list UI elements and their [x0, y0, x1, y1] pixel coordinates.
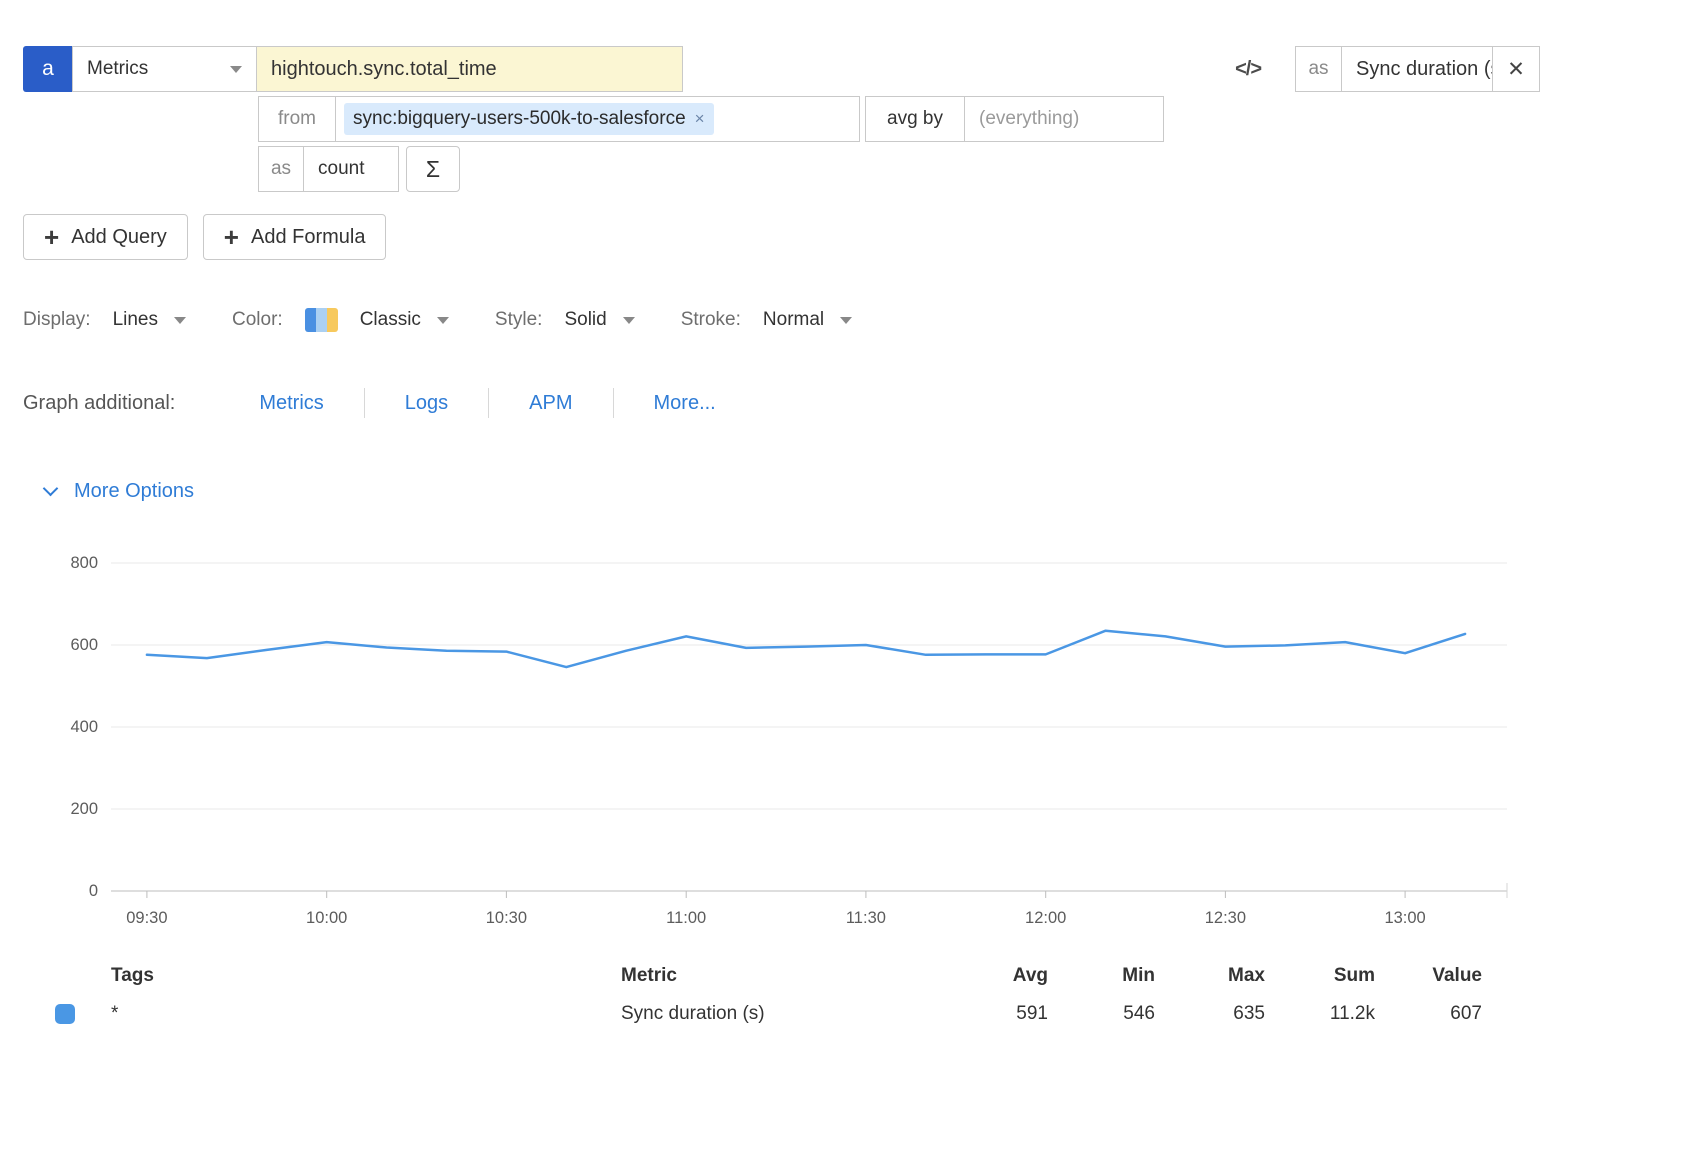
- svg-text:12:00: 12:00: [1025, 909, 1066, 927]
- close-icon: ✕: [1507, 57, 1525, 82]
- graph-additional-more-link[interactable]: More...: [614, 392, 756, 415]
- display-type-select[interactable]: Lines: [113, 309, 186, 331]
- header-metric: Metric: [621, 965, 941, 987]
- header-tags: Tags: [111, 965, 621, 987]
- remove-tag-icon[interactable]: ×: [695, 109, 705, 129]
- rollup-select[interactable]: count: [303, 146, 399, 192]
- svg-text:200: 200: [70, 800, 98, 818]
- svg-text:12:30: 12:30: [1205, 909, 1246, 927]
- header-min: Min: [1048, 965, 1155, 987]
- line-chart-svg: 0 200 400 600 800 09:30 10:00 10:30 11:00 11:30 12…: [23, 549, 1515, 941]
- filter-tag-chip[interactable]: sync:bigquery-users-500k-to-salesforce ×: [344, 103, 714, 135]
- row-avg: 591: [941, 1003, 1048, 1025]
- query-row-filter: from sync:bigquery-users-500k-to-salesfo…: [258, 96, 1540, 142]
- plus-icon: +: [44, 224, 59, 250]
- legend-table: Tags Metric Avg Min Max Sum Value * Sync…: [23, 957, 1540, 1033]
- add-formula-button[interactable]: + Add Formula: [203, 214, 387, 260]
- svg-text:09:30: 09:30: [126, 909, 167, 927]
- alias-as-label: as: [1295, 46, 1342, 92]
- chevron-down-icon: [840, 317, 852, 324]
- avg-by-button[interactable]: avg by: [865, 96, 965, 142]
- palette-color-3: [327, 308, 338, 332]
- timeseries-chart[interactable]: 0 200 400 600 800 09:30 10:00 10:30 11:00 11:30 12…: [23, 549, 1540, 941]
- plus-icon: +: [224, 224, 239, 250]
- as-label: as: [258, 146, 304, 192]
- header-max: Max: [1155, 965, 1265, 987]
- table-row[interactable]: * Sync duration (s) 591 546 635 11.2k 60…: [23, 995, 1540, 1033]
- row-value: 607: [1375, 1003, 1482, 1025]
- group-by-input[interactable]: (everything): [964, 96, 1164, 142]
- color-scheme-value: Classic: [360, 309, 421, 331]
- svg-text:600: 600: [70, 636, 98, 654]
- svg-text:10:30: 10:30: [486, 909, 527, 927]
- chevron-down-icon: [43, 481, 59, 497]
- row-tags: *: [111, 1003, 621, 1025]
- chevron-down-icon: [437, 317, 449, 324]
- graph-additional-row: Graph additional: Metrics Logs APM More.…: [23, 388, 1540, 418]
- metrics-source-select[interactable]: Metrics: [72, 46, 257, 92]
- style-label: Style:: [495, 309, 543, 331]
- svg-text:11:00: 11:00: [666, 909, 706, 927]
- display-type-value: Lines: [113, 309, 158, 331]
- query-row-main: a Metrics hightouch.sync.total_time </> …: [23, 46, 1540, 92]
- svg-text:11:30: 11:30: [846, 909, 886, 927]
- style-select[interactable]: Solid: [564, 309, 634, 331]
- header-value: Value: [1375, 965, 1482, 987]
- row-min: 546: [1048, 1003, 1155, 1025]
- graph-additional-logs-link[interactable]: Logs: [365, 392, 488, 415]
- query-right-cluster: </> as Sync duration (s) ✕: [1235, 46, 1540, 92]
- metric-name-value: hightouch.sync.total_time: [271, 58, 497, 81]
- row-sum: 11.2k: [1265, 1003, 1375, 1025]
- header-avg: Avg: [941, 965, 1048, 987]
- graph-additional-label: Graph additional:: [23, 392, 175, 415]
- graph-editor: a Metrics hightouch.sync.total_time </> …: [0, 0, 1540, 1033]
- chevron-down-icon: [230, 66, 242, 73]
- svg-text:400: 400: [70, 718, 98, 736]
- color-scheme-select[interactable]: Classic: [360, 309, 449, 331]
- color-palette-swatch[interactable]: [305, 308, 338, 332]
- more-options-label: More Options: [74, 480, 194, 503]
- group-by-placeholder: (everything): [979, 108, 1079, 130]
- stroke-value: Normal: [763, 309, 824, 331]
- close-query-button[interactable]: ✕: [1492, 46, 1540, 92]
- svg-text:0: 0: [89, 882, 98, 900]
- metric-name-input[interactable]: hightouch.sync.total_time: [256, 46, 683, 92]
- from-label: from: [258, 96, 336, 142]
- alias-input[interactable]: Sync duration (s): [1341, 46, 1493, 92]
- legend-table-header: Tags Metric Avg Min Max Sum Value: [23, 957, 1540, 995]
- add-query-label: Add Query: [71, 226, 167, 249]
- query-letter-badge: a: [23, 46, 73, 92]
- add-query-button[interactable]: + Add Query: [23, 214, 188, 260]
- legend-swatch[interactable]: [55, 1004, 75, 1024]
- query-actions: + Add Query + Add Formula: [23, 214, 1540, 260]
- add-formula-label: Add Formula: [251, 226, 366, 249]
- sigma-function-button[interactable]: Σ: [406, 146, 460, 192]
- stroke-label: Stroke:: [681, 309, 741, 331]
- row-metric: Sync duration (s): [621, 1003, 941, 1025]
- stroke-select[interactable]: Normal: [763, 309, 852, 331]
- more-options-toggle[interactable]: More Options: [45, 480, 1540, 503]
- chevron-down-icon: [623, 317, 635, 324]
- display-label: Display:: [23, 309, 91, 331]
- graph-additional-metrics-link[interactable]: Metrics: [219, 392, 363, 415]
- code-view-icon[interactable]: </>: [1235, 58, 1261, 81]
- display-options-row: Display: Lines Color: Classic Style: Sol…: [23, 308, 1540, 332]
- metrics-source-label: Metrics: [87, 58, 148, 80]
- row-max: 635: [1155, 1003, 1265, 1025]
- style-value: Solid: [564, 309, 606, 331]
- chevron-down-icon: [174, 317, 186, 324]
- svg-text:10:00: 10:00: [306, 909, 347, 927]
- svg-text:13:00: 13:00: [1384, 909, 1425, 927]
- palette-color-2: [316, 308, 327, 332]
- filter-input[interactable]: sync:bigquery-users-500k-to-salesforce ×: [335, 96, 860, 142]
- color-label: Color:: [232, 309, 283, 331]
- alias-value: Sync duration (s): [1356, 58, 1493, 81]
- svg-text:800: 800: [70, 554, 98, 572]
- graph-additional-apm-link[interactable]: APM: [489, 392, 612, 415]
- header-sum: Sum: [1265, 965, 1375, 987]
- query-row-rollup: as count Σ: [258, 146, 1540, 192]
- filter-tag-text: sync:bigquery-users-500k-to-salesforce: [353, 108, 686, 130]
- palette-color-1: [305, 308, 316, 332]
